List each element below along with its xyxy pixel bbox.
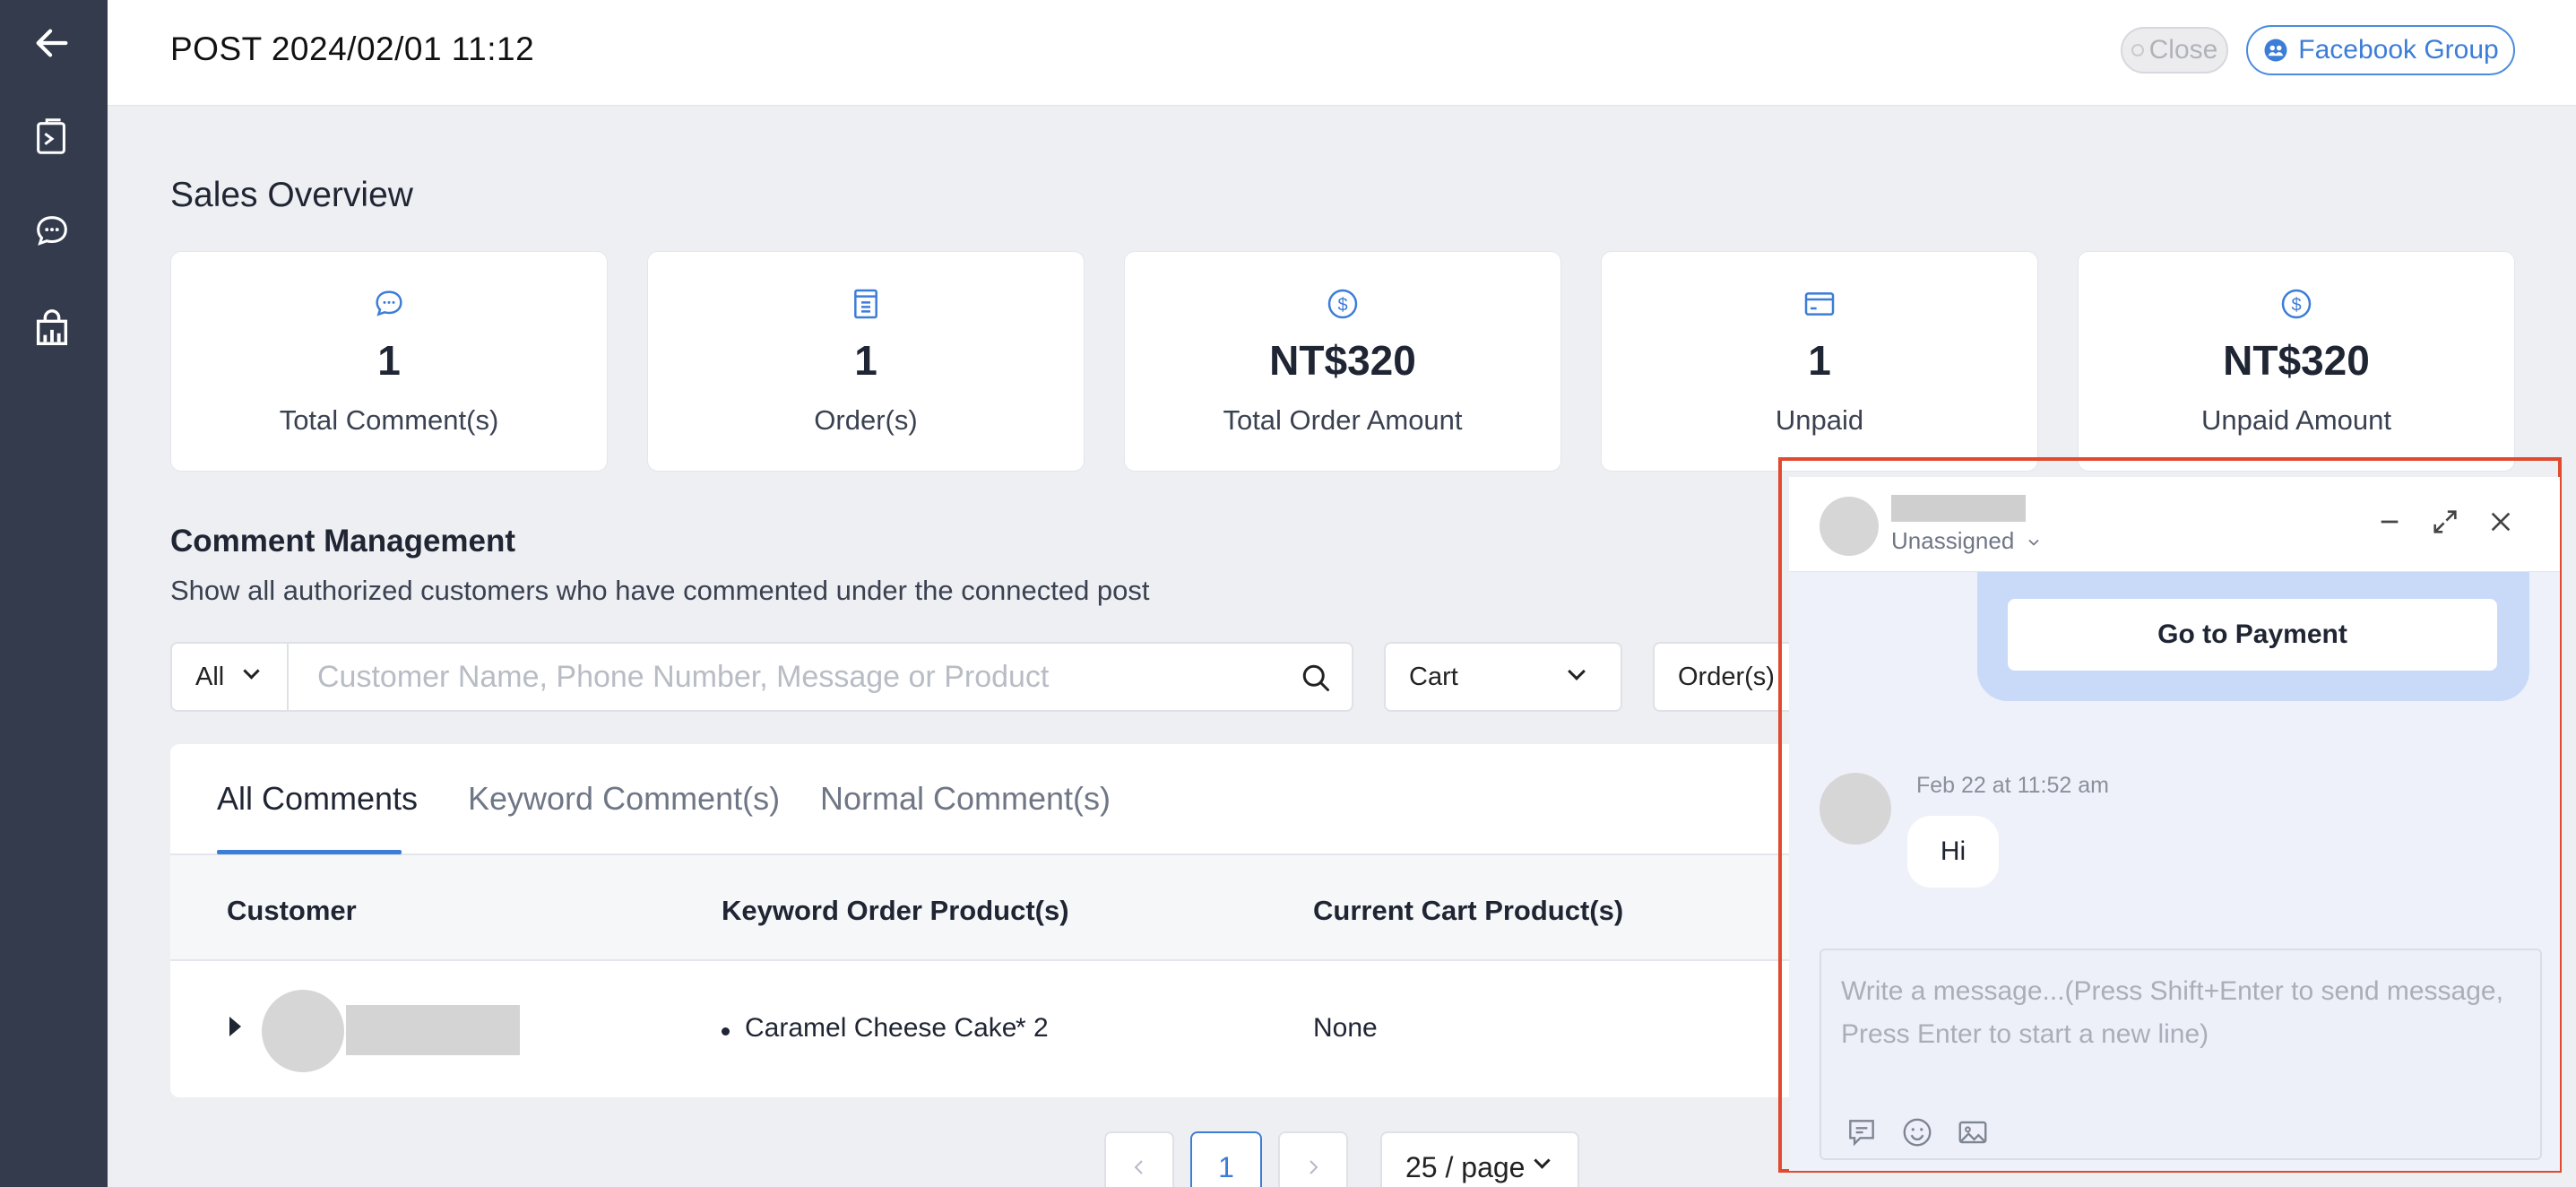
stat-value: NT$320 — [1269, 337, 1416, 384]
chevron-down-icon — [1534, 1152, 1551, 1169]
product-name: Caramel Cheese Cake — [745, 1013, 1017, 1043]
stat-label: Unpaid Amount — [2201, 404, 2391, 436]
page-header: POST 2024/02/01 11:12 Close Facebook Gro… — [108, 0, 2576, 106]
page-number-button[interactable]: 1 — [1190, 1131, 1262, 1187]
avatar — [1820, 773, 1891, 845]
column-header-keyword-products: Keyword Order Product(s) — [722, 895, 1069, 926]
comment-icon — [376, 290, 402, 316]
stat-label: Unpaid — [1775, 404, 1864, 436]
chevron-left-icon — [1134, 1160, 1143, 1174]
tab-normal-comments[interactable]: Normal Comment(s) — [820, 780, 1111, 818]
active-tab-indicator — [217, 850, 402, 854]
minimize-icon — [2381, 520, 2399, 524]
quick-reply-icon[interactable] — [1845, 1115, 1879, 1149]
table-row: Caramel Cheese Cake * 2 None — [170, 961, 1963, 1096]
facebook-group-button[interactable]: Facebook Group — [2246, 25, 2515, 75]
stat-card-orders: 1 Order(s) — [647, 251, 1085, 472]
receipt-icon — [854, 289, 877, 319]
status-dot-icon — [2131, 44, 2144, 56]
composer-placeholder: Write a message...(Press Shift+Enter to … — [1841, 976, 2503, 1049]
stat-value: NT$320 — [2223, 337, 2370, 384]
group-icon — [2264, 39, 2287, 62]
close-label: Close — [2148, 35, 2218, 65]
close-chat-button[interactable] — [2483, 504, 2519, 540]
table-header: Customer Keyword Order Product(s) Curren… — [170, 855, 1963, 961]
back-arrow-icon[interactable] — [27, 18, 77, 68]
page-title: POST 2024/02/01 11:12 — [170, 30, 535, 67]
cart-filter-value: Cart — [1409, 662, 1458, 691]
stat-label: Order(s) — [814, 404, 918, 436]
search-input[interactable]: Customer Name, Phone Number, Message or … — [287, 642, 1353, 712]
stat-card-unpaid-amount: $ NT$320 Unpaid Amount — [2078, 251, 2515, 472]
expand-row-icon[interactable] — [229, 1017, 241, 1036]
prev-page-button[interactable] — [1104, 1131, 1174, 1187]
page-size-select[interactable]: 25 / page — [1380, 1131, 1579, 1187]
facebook-group-label: Facebook Group — [2298, 35, 2499, 65]
chevron-down-icon — [1568, 663, 1586, 680]
sales-overview-title: Sales Overview — [170, 176, 413, 214]
cart-filter-select[interactable]: Cart — [1384, 642, 1622, 712]
comment-tabs: All Comments Keyword Comment(s) Normal C… — [170, 744, 1963, 855]
close-icon — [2491, 512, 2511, 532]
expand-button[interactable] — [2427, 504, 2463, 540]
page-size-value: 25 / page — [1405, 1150, 1526, 1183]
post-list-icon[interactable] — [27, 112, 77, 162]
cart-products-value: None — [1313, 1013, 1378, 1043]
sidebar — [0, 0, 108, 1187]
shopping-bag-chart-icon[interactable] — [27, 303, 77, 353]
assignee-select[interactable]: Unassigned — [1891, 527, 2043, 555]
image-upload-icon[interactable] — [1956, 1115, 1990, 1149]
dollar-icon: $ — [1327, 289, 1358, 319]
card-icon — [1804, 292, 1835, 316]
chevron-right-icon — [1310, 1160, 1318, 1174]
minimize-button[interactable] — [2372, 504, 2407, 540]
dollar-icon: $ — [2281, 289, 2312, 319]
redacted-customer-name — [1891, 495, 2026, 522]
emoji-icon[interactable] — [1900, 1115, 1934, 1149]
chevron-down-icon — [243, 663, 260, 680]
bullet-icon — [722, 1027, 730, 1035]
stat-card-comments: 1 Total Comment(s) — [170, 251, 608, 472]
chat-header: Unassigned — [1789, 477, 2560, 572]
avatar — [262, 990, 344, 1072]
stat-card-unpaid: 1 Unpaid — [1601, 251, 2038, 472]
stat-value: 1 — [854, 337, 877, 384]
chat-bubble-icon[interactable] — [27, 206, 77, 256]
comments-table-panel: All Comments Keyword Comment(s) Normal C… — [170, 744, 1963, 1097]
expand-icon — [2433, 510, 2457, 533]
stat-label: Total Comment(s) — [279, 404, 499, 436]
close-post-button[interactable]: Close — [2121, 27, 2228, 74]
search-icon[interactable] — [1300, 662, 1332, 694]
redacted-customer-name — [346, 1005, 520, 1055]
order-filter-value: Order(s) — [1678, 662, 1775, 691]
message-bubble: Hi — [1907, 816, 1999, 888]
scope-filter-value: All — [195, 662, 225, 691]
product-quantity: * 2 — [1016, 1013, 1049, 1043]
comment-management-title: Comment Management — [170, 524, 516, 559]
message-timestamp: Feb 22 at 11:52 am — [1916, 773, 2109, 798]
scope-filter-select[interactable]: All — [170, 642, 289, 712]
tab-keyword-comments[interactable]: Keyword Comment(s) — [468, 780, 780, 818]
stat-label: Total Order Amount — [1223, 404, 1463, 436]
next-page-button[interactable] — [1278, 1131, 1348, 1187]
assignee-value: Unassigned — [1891, 527, 2015, 554]
avatar — [1820, 497, 1879, 556]
stat-value: 1 — [1808, 337, 1831, 384]
svg-text:$: $ — [1337, 296, 1347, 316]
chevron-down-icon — [2027, 540, 2039, 546]
comment-management-subtitle: Show all authorized customers who have c… — [170, 575, 1150, 606]
stat-value: 1 — [377, 337, 401, 384]
stat-card-total-amount: $ NT$320 Total Order Amount — [1124, 251, 1561, 472]
tab-all-comments[interactable]: All Comments — [217, 780, 418, 818]
go-to-payment-button[interactable]: Go to Payment — [2008, 599, 2497, 671]
chat-window: Go to Payment Unassigned Feb 22 at 11:52… — [1789, 477, 2560, 1171]
column-header-customer: Customer — [227, 895, 357, 926]
message-composer[interactable]: Write a message...(Press Shift+Enter to … — [1820, 949, 2542, 1160]
column-header-cart-products: Current Cart Product(s) — [1313, 895, 1624, 926]
svg-text:$: $ — [2291, 296, 2301, 316]
search-placeholder: Customer Name, Phone Number, Message or … — [317, 659, 1050, 694]
